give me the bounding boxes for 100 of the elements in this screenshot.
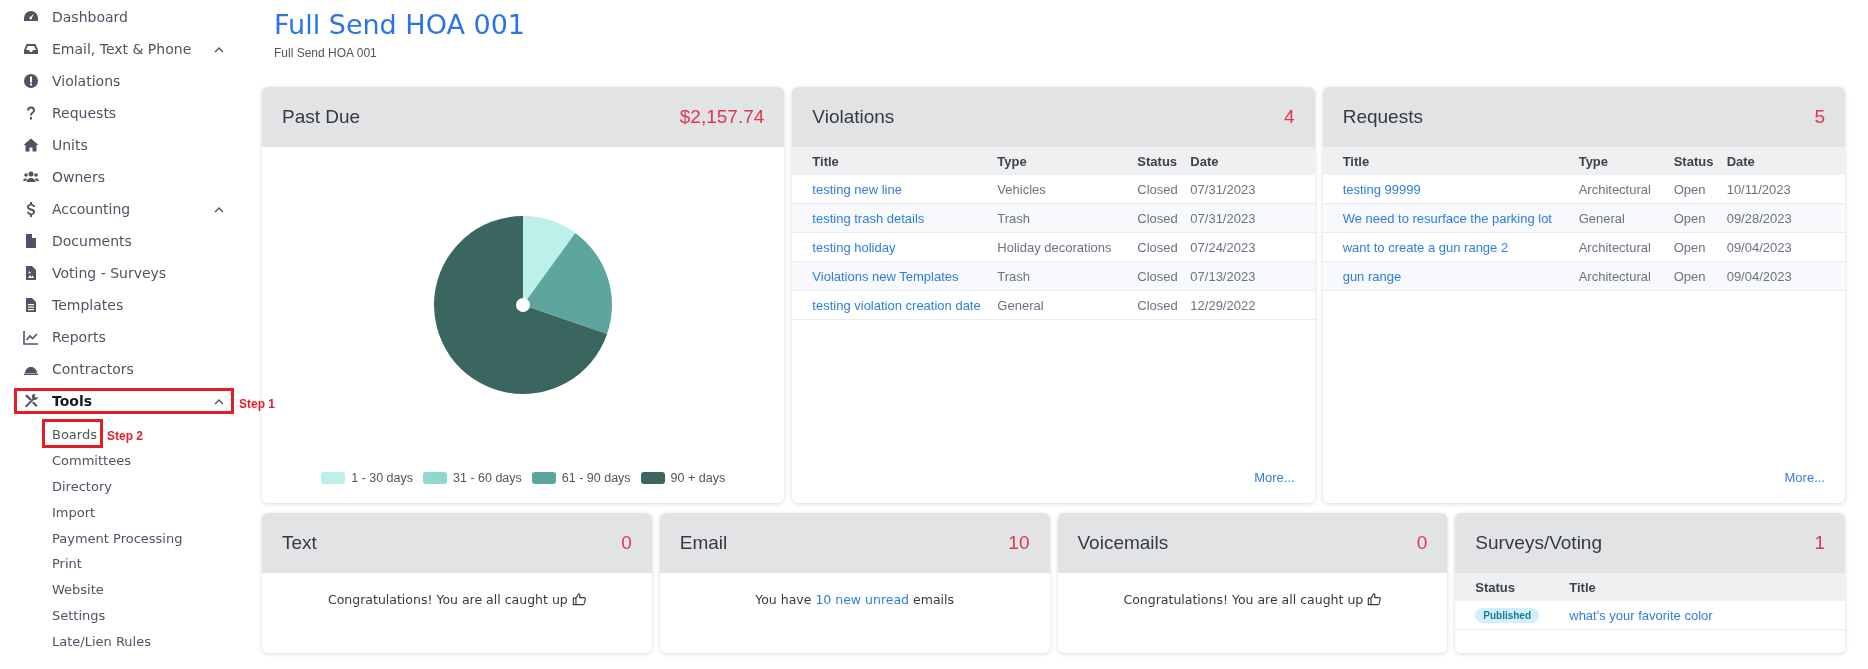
annotation-box: [42, 419, 103, 449]
more-link[interactable]: More...: [1254, 470, 1295, 485]
column-header: Type: [1578, 147, 1674, 175]
title-link[interactable]: testing trash details: [812, 210, 925, 226]
column-header: Status: [1673, 147, 1727, 175]
menu-icon: [23, 73, 39, 89]
sidebar-item[interactable]: Requests: [0, 97, 232, 129]
table-cell: General: [997, 290, 1138, 320]
table-cell: Architectural: [1578, 175, 1674, 204]
table-cell: 09/28/2023: [1726, 203, 1845, 233]
title-link[interactable]: testing violation creation date: [812, 297, 981, 313]
table-cell: Closed: [1137, 232, 1191, 262]
menu-icon: [23, 41, 39, 57]
table-cell: 07/31/2023: [1190, 203, 1315, 233]
title-link[interactable]: testing 99999: [1342, 181, 1421, 197]
table-cell: Closed: [1137, 261, 1191, 291]
sidebar-item[interactable]: Tools: [0, 385, 232, 417]
sidebar-item[interactable]: Email, Text & Phone: [0, 33, 232, 65]
sidebar-item[interactable]: Voting - Surveys: [0, 257, 232, 289]
legend-label: 90 + days: [670, 471, 726, 485]
card-title: Text: [282, 532, 317, 554]
thumbs-up-icon: [571, 592, 586, 606]
chevron-up-icon: [214, 397, 224, 405]
menu-icon: [23, 233, 39, 249]
table-cell: Open: [1673, 232, 1727, 262]
status-badge: Published: [1475, 608, 1540, 623]
menu-icon: [23, 329, 39, 345]
card-title: Email: [679, 532, 728, 554]
table-cell: 12/29/2022: [1190, 290, 1315, 320]
sidebar-item[interactable]: Reports: [0, 321, 232, 353]
table-cell: Closed: [1137, 175, 1191, 204]
table-cell: 09/04/2023: [1726, 232, 1845, 262]
table-cell: Architectural: [1578, 232, 1674, 262]
table-cell: Architectural: [1578, 261, 1674, 291]
more-link[interactable]: More...: [1784, 470, 1825, 485]
table-cell: 09/04/2023: [1726, 261, 1845, 291]
column-header: Date: [1190, 147, 1315, 175]
sidebar-item[interactable]: Units: [0, 129, 232, 161]
title-link[interactable]: Violations new Templates: [812, 268, 959, 284]
card-title: Violations: [812, 106, 895, 128]
sidebar-subitem[interactable]: Boards: [52, 427, 97, 443]
card-count: 0: [1416, 532, 1428, 554]
table-cell: Trash: [997, 203, 1138, 233]
table-cell: General: [1578, 203, 1674, 233]
sidebar-subitem[interactable]: Payment Processing: [52, 530, 183, 546]
sidebar-subitem[interactable]: Print: [52, 556, 82, 572]
sidebar-item[interactable]: Templates: [0, 289, 232, 321]
table-cell: Holiday decorations: [997, 232, 1138, 262]
title-link[interactable]: testing new line: [812, 181, 902, 197]
column-header: Title: [1569, 573, 1845, 601]
column-header: Title: [1322, 147, 1579, 175]
page-title: Full Send HOA 001: [274, 8, 526, 42]
table-cell: Open: [1673, 203, 1727, 233]
column-header: Date: [1726, 147, 1845, 175]
sidebar-item[interactable]: Documents: [0, 225, 232, 257]
menu-icon: [23, 297, 39, 313]
title-link[interactable]: We need to resurface the parking lot: [1342, 210, 1552, 226]
table-cell: 07/31/2023: [1190, 175, 1315, 204]
sidebar-subitem[interactable]: Website: [52, 582, 104, 598]
unread-link[interactable]: 10 new unread: [815, 592, 910, 607]
menu-icon: [23, 265, 39, 281]
title-link[interactable]: testing holiday: [812, 239, 896, 255]
table-cell: Open: [1673, 261, 1727, 291]
title-link[interactable]: want to create a gun range 2: [1342, 239, 1509, 255]
status-message: Congratulations! You are all caught up: [1123, 592, 1364, 607]
column-header: Type: [997, 147, 1138, 175]
menu-icon: [23, 393, 39, 409]
table-cell: Open: [1673, 175, 1727, 204]
sidebar-subitem[interactable]: Directory: [52, 479, 112, 494]
title-link[interactable]: gun range: [1342, 268, 1402, 284]
card-title: Voicemails: [1077, 532, 1169, 554]
sidebar-subitem[interactable]: Late/Lien Rules: [52, 633, 151, 649]
table-cell: Closed: [1137, 203, 1191, 233]
table-cell: 07/24/2023: [1190, 232, 1315, 262]
table-cell: Trash: [997, 261, 1138, 291]
status-message: Congratulations! You are all caught up: [328, 592, 568, 607]
table-cell: Vehicles: [997, 175, 1138, 204]
card-count: 5: [1814, 106, 1825, 128]
thumbs-up-icon: [1367, 592, 1382, 606]
card-title: Past Due: [282, 106, 361, 128]
sidebar-item[interactable]: Contractors: [0, 353, 232, 385]
menu-icon: [23, 137, 39, 153]
card-count: $2,157.74: [679, 106, 765, 128]
column-header: Status: [1137, 147, 1191, 175]
sidebar-subitem[interactable]: Settings: [52, 607, 106, 623]
card-title: Surveys/Voting: [1475, 532, 1602, 554]
table-cell: Closed: [1137, 290, 1191, 320]
sidebar-subitem[interactable]: Committees: [52, 453, 131, 469]
title-link[interactable]: what's your favorite color: [1569, 607, 1713, 623]
chevron-up-icon: [214, 205, 224, 213]
sidebar-subitem[interactable]: Import: [52, 504, 96, 520]
sidebar-item[interactable]: Owners: [0, 161, 232, 193]
column-header: Status: [1455, 573, 1570, 601]
sidebar-item[interactable]: Violations: [0, 65, 232, 97]
chevron-up-icon: [214, 45, 224, 53]
sidebar-item[interactable]: Dashboard: [0, 1, 232, 33]
sidebar-item[interactable]: Accounting: [0, 193, 232, 225]
legend-label: 1 - 30 days: [351, 471, 413, 485]
column-header: Title: [792, 147, 998, 175]
card-count: 4: [1284, 106, 1295, 128]
